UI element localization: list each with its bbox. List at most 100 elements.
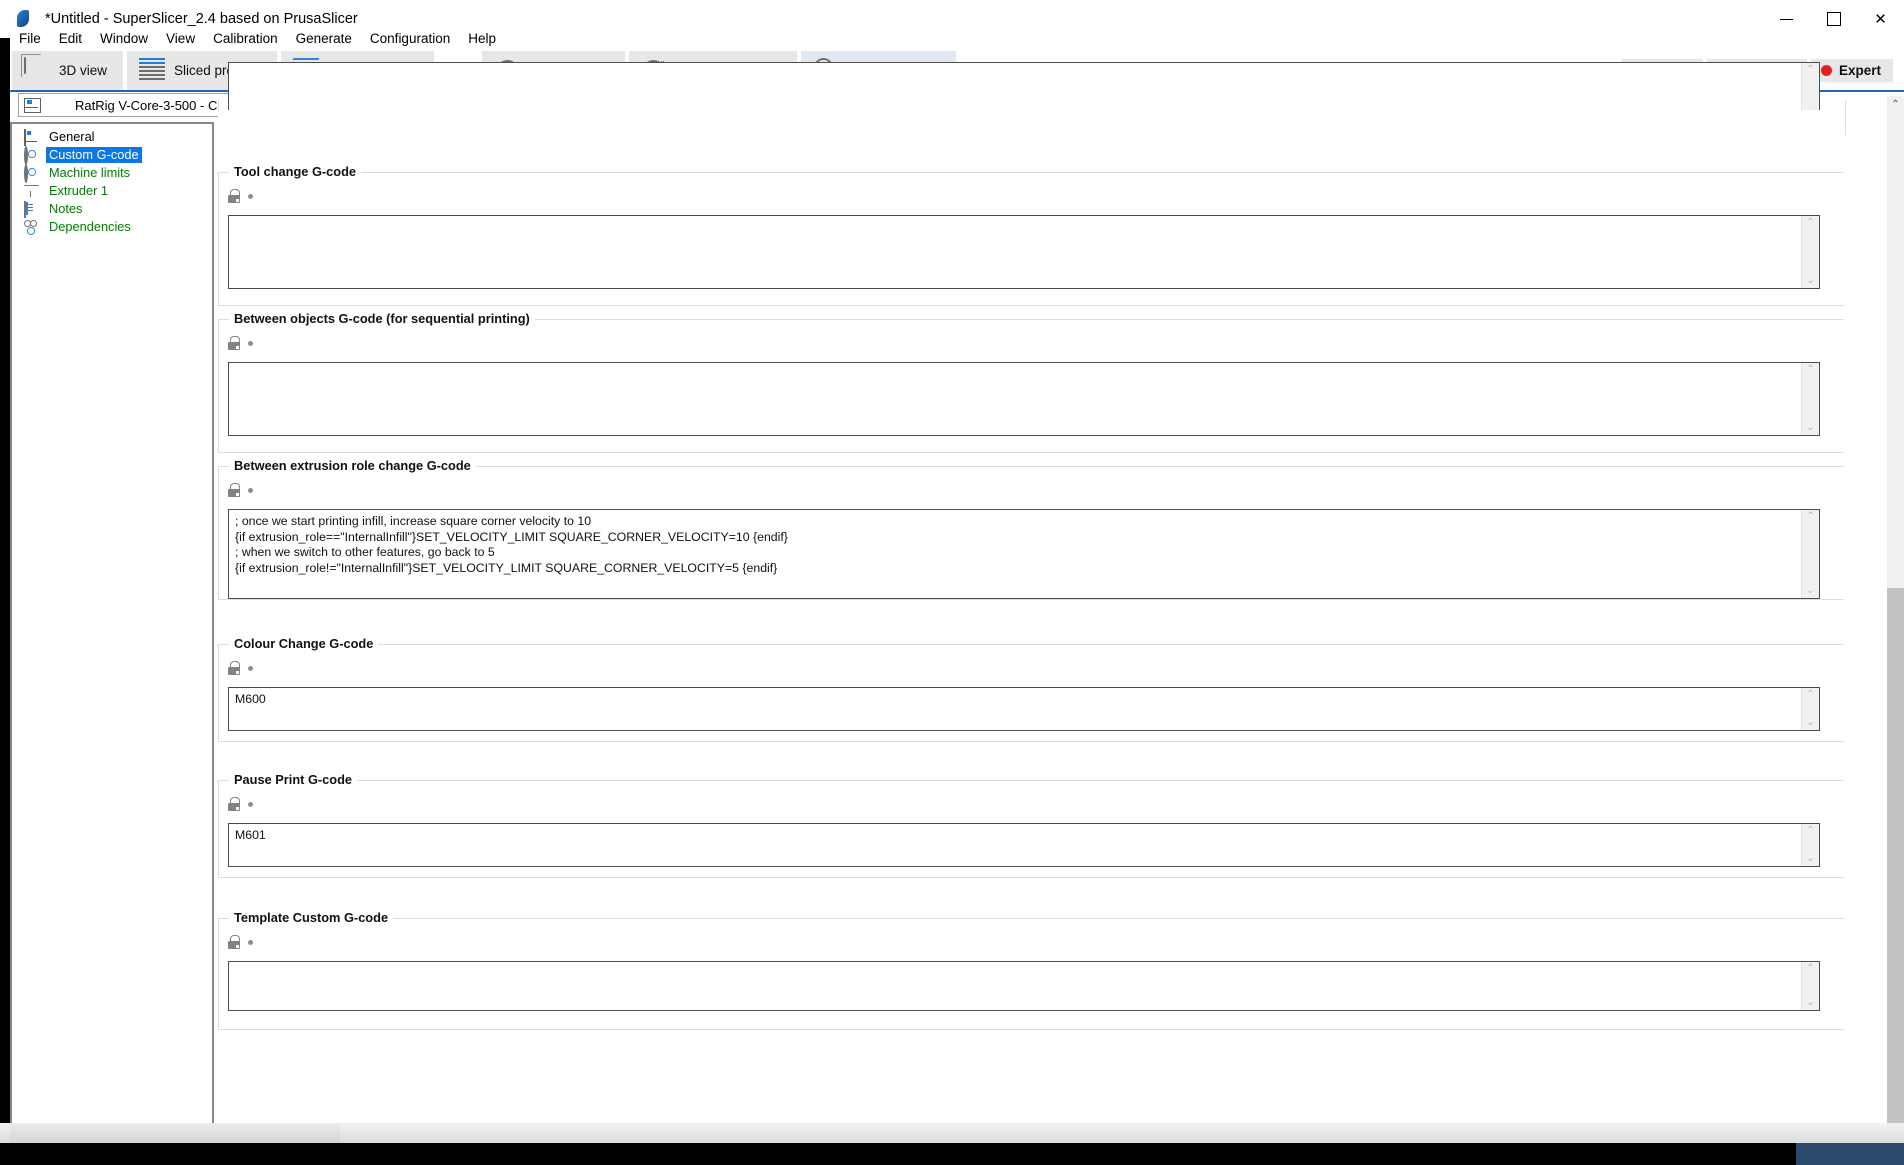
lock-icon[interactable] xyxy=(228,336,240,350)
modified-bullet-icon[interactable] xyxy=(248,801,253,807)
lock-icon[interactable] xyxy=(228,797,240,811)
textarea-scrollbar[interactable]: ⌃ ⌄ xyxy=(1801,824,1819,866)
group-template-custom-gcode-title: Template Custom G-code xyxy=(229,910,394,925)
chevron-down-icon[interactable]: ⌄ xyxy=(1806,998,1814,1008)
chevron-down-icon[interactable]: ⌄ xyxy=(1806,718,1814,728)
textarea-scrollbar[interactable]: ⌃ ⌄ xyxy=(1801,510,1819,598)
page-vertical-scrollbar[interactable]: ⌃ ⌄ xyxy=(1887,96,1904,1142)
sidebar-item-notes-label: Notes xyxy=(49,201,83,216)
group-between-extrusion-role-gcode-title: Between extrusion role change G-code xyxy=(229,458,476,473)
sidebar-item-dependencies-label: Dependencies xyxy=(49,219,131,234)
between-extrusion-role-gcode-textarea[interactable]: ; once we start printing infill, increas… xyxy=(228,509,1820,599)
group-tool-change-gcode: Tool change G-code ⌃ ⌄ xyxy=(218,164,1844,306)
tool-change-gcode-value xyxy=(229,216,1801,288)
mode-expert[interactable]: Expert xyxy=(1810,59,1893,82)
menu-item-calibration[interactable]: Calibration xyxy=(204,29,287,48)
lock-icon[interactable] xyxy=(228,483,240,497)
group-pause-print-gcode-title: Pause Print G-code xyxy=(229,772,358,787)
superslicer-logo-icon xyxy=(14,9,34,29)
modified-bullet-icon[interactable] xyxy=(248,193,253,199)
lock-icon[interactable] xyxy=(228,935,240,949)
sidebar-item-custom-gcode-label: Custom G-code xyxy=(46,147,142,163)
chevron-up-icon[interactable]: ⌃ xyxy=(1806,218,1814,228)
pause-print-gcode-textarea[interactable]: M601 ⌃ ⌄ xyxy=(228,823,1820,867)
between-extrusion-role-option-row xyxy=(228,483,253,497)
menu-item-generate[interactable]: Generate xyxy=(287,29,361,48)
lock-icon[interactable] xyxy=(228,189,240,203)
chevron-down-icon[interactable]: ⌄ xyxy=(1806,586,1814,596)
textarea-scrollbar[interactable]: ⌃ ⌄ xyxy=(1801,216,1819,288)
window-left-edge xyxy=(0,38,10,1165)
between-objects-gcode-value xyxy=(229,363,1801,435)
dependencies-icon xyxy=(24,220,39,235)
cube-icon xyxy=(24,56,50,84)
modified-bullet-icon[interactable] xyxy=(248,939,253,945)
pause-print-option-row xyxy=(228,797,253,811)
colour-change-gcode-textarea[interactable]: M600 ⌃ ⌄ xyxy=(228,687,1820,731)
sidebar-item-machine-limits[interactable]: Machine limits xyxy=(24,164,212,183)
chevron-up-icon[interactable]: ⌃ xyxy=(1806,826,1814,836)
title-bar-left: *Untitled - SuperSlicer_2.4 based on Pru… xyxy=(0,9,358,29)
modified-bullet-icon[interactable] xyxy=(248,665,253,671)
menu-item-configuration[interactable]: Configuration xyxy=(361,29,459,48)
chevron-down-icon[interactable]: ⌄ xyxy=(1806,423,1814,433)
group-between-objects-gcode: Between objects G-code (for sequential p… xyxy=(218,311,1844,453)
modified-bullet-icon[interactable] xyxy=(248,340,253,346)
maximize-icon xyxy=(1826,12,1841,26)
menu-item-edit[interactable]: Edit xyxy=(50,29,91,48)
settings-page-tree: General Custom G-code Machine limits Ext… xyxy=(10,122,214,1146)
menu-item-file[interactable]: File xyxy=(10,29,50,48)
template-custom-gcode-value xyxy=(229,962,1801,1010)
taskbar-active-region xyxy=(1796,1143,1904,1165)
group-pause-print-gcode: Pause Print G-code M601 ⌃ ⌄ xyxy=(218,772,1844,878)
scroll-up-button[interactable]: ⌃ xyxy=(1887,96,1904,113)
chevron-up-icon[interactable]: ⌃ xyxy=(1806,65,1814,75)
modified-bullet-icon[interactable] xyxy=(248,487,253,493)
chevron-up-icon[interactable]: ⌃ xyxy=(1806,690,1814,700)
sidebar-item-extruder-1[interactable]: Extruder 1 xyxy=(24,182,212,200)
template-custom-option-row xyxy=(228,935,253,949)
menu-item-view[interactable]: View xyxy=(157,29,204,48)
gear-icon xyxy=(24,146,39,165)
menu-item-window[interactable]: Window xyxy=(91,29,157,48)
printer-preset-icon xyxy=(24,97,41,113)
menu-item-help[interactable]: Help xyxy=(459,29,505,48)
colour-change-option-row xyxy=(228,661,253,675)
group-colour-change-gcode: Colour Change G-code M600 ⌃ ⌄ xyxy=(218,636,1844,742)
sidebar-item-custom-gcode[interactable]: Custom G-code xyxy=(24,146,212,165)
sidebar-item-machine-limits-label: Machine limits xyxy=(49,165,131,180)
superslicer-window: *Untitled - SuperSlicer_2.4 based on Pru… xyxy=(0,0,1904,1165)
notes-icon xyxy=(24,201,39,218)
close-icon: ✕ xyxy=(1874,10,1887,28)
sidebar-item-extruder-1-label: Extruder 1 xyxy=(49,183,109,198)
layer-lines-icon xyxy=(139,57,166,84)
tab-3d-view[interactable]: 3D view xyxy=(12,51,124,90)
os-taskbar xyxy=(0,1143,1904,1165)
textarea-scrollbar[interactable]: ⌃ ⌄ xyxy=(1801,688,1819,730)
between-objects-gcode-textarea[interactable]: ⌃ ⌄ xyxy=(228,362,1820,436)
extruder-icon xyxy=(24,184,39,198)
group-template-custom-gcode: Template Custom G-code ⌃ ⌄ xyxy=(218,910,1844,1030)
chevron-down-icon[interactable]: ⌄ xyxy=(1806,854,1814,864)
mode-expert-label: Expert xyxy=(1838,63,1881,78)
scrollbar-thumb[interactable] xyxy=(1887,588,1904,1125)
between-objects-option-row xyxy=(228,336,253,350)
mode-expert-dot-icon xyxy=(1820,65,1832,76)
between-extrusion-role-gcode-value: ; once we start printing infill, increas… xyxy=(235,514,788,575)
chevron-up-icon[interactable]: ⌃ xyxy=(1806,964,1814,974)
pause-print-gcode-value: M601 xyxy=(235,828,266,842)
general-page-icon xyxy=(24,129,39,146)
group-between-extrusion-role-gcode: Between extrusion role change G-code ; o… xyxy=(218,458,1844,600)
template-custom-gcode-textarea[interactable]: ⌃ ⌄ xyxy=(228,961,1820,1011)
sidebar-item-general[interactable]: General xyxy=(24,128,212,146)
textarea-scrollbar[interactable]: ⌃ ⌄ xyxy=(1801,363,1819,435)
group-between-objects-gcode-title: Between objects G-code (for sequential p… xyxy=(229,311,535,326)
sidebar-item-dependencies[interactable]: Dependencies xyxy=(24,218,212,236)
chevron-up-icon[interactable]: ⌃ xyxy=(1806,512,1814,522)
sidebar-item-notes[interactable]: Notes xyxy=(24,200,212,218)
tool-change-gcode-textarea[interactable]: ⌃ ⌄ xyxy=(228,215,1820,289)
textarea-scrollbar[interactable]: ⌃ ⌄ xyxy=(1801,962,1819,1010)
chevron-up-icon[interactable]: ⌃ xyxy=(1806,365,1814,375)
lock-icon[interactable] xyxy=(228,661,240,675)
chevron-down-icon[interactable]: ⌄ xyxy=(1806,276,1814,286)
